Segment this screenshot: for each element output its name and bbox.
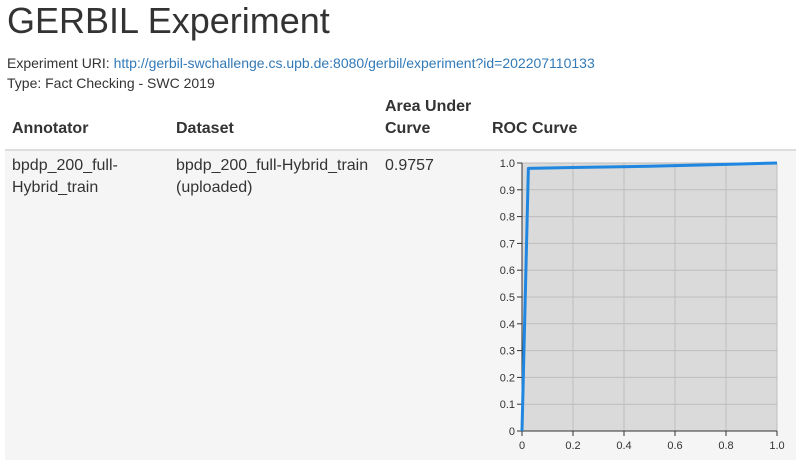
header-auc-line1: Area Under	[385, 98, 472, 115]
roc-x-tick-label: 0	[519, 440, 525, 452]
roc-y-tick-label: 0	[509, 426, 515, 438]
results-table: Annotator Dataset Area Under Curve ROC C…	[5, 96, 796, 460]
roc-y-tick-label: 0.4	[500, 319, 515, 331]
roc-chart: 0 0.2 0.4 0.6 0.8 1.0 0 0.1 0.2 0.3 0.4 0.5 0.6 0.7 0.…	[500, 158, 785, 452]
roc-y-tick-label: 0.3	[500, 346, 515, 358]
header-auc-line2: Curve	[385, 120, 431, 137]
roc-y-tick-label: 0.5	[500, 292, 515, 304]
experiment-type: Type: Fact Checking - SWC 2019	[7, 75, 215, 91]
roc-y-tick-label: 1.0	[500, 158, 515, 170]
roc-y-tick-label: 0.8	[500, 212, 515, 224]
roc-x-tick-label: 0.6	[667, 440, 682, 452]
header-annotator: Annotator	[5, 96, 169, 151]
table-row: bpdp_200_full-Hybrid_train bpdp_200_full…	[5, 150, 796, 460]
roc-grid	[522, 162, 778, 431]
roc-y-tick-label: 0.2	[500, 372, 515, 384]
header-roc: ROC Curve	[485, 96, 796, 151]
experiment-uri-line: Experiment URI: http://gerbil-swchalleng…	[7, 53, 595, 73]
roc-x-tick-label: 0.2	[565, 440, 580, 452]
roc-y-tick-label: 0.6	[500, 265, 515, 277]
header-dataset: Dataset	[169, 96, 378, 151]
roc-x-tick-label: 1.0	[769, 440, 784, 452]
cell-annotator: bpdp_200_full-Hybrid_train	[5, 150, 169, 460]
experiment-page: GERBIL Experiment Experiment URI: http:/…	[0, 0, 796, 460]
table-header-row: Annotator Dataset Area Under Curve ROC C…	[5, 96, 796, 151]
roc-y-tick-label: 0.9	[500, 185, 515, 197]
roc-x-tick-label: 0.8	[718, 440, 733, 452]
header-auc: Area Under Curve	[378, 96, 485, 151]
cell-auc: 0.9757	[378, 150, 485, 460]
experiment-uri-label: Experiment URI:	[7, 55, 110, 71]
cell-dataset: bpdp_200_full-Hybrid_train (uploaded)	[169, 150, 378, 460]
cell-roc-chart: 0 0.2 0.4 0.6 0.8 1.0 0 0.1 0.2 0.3 0.4 0.5 0.6 0.7 0.…	[485, 150, 796, 460]
roc-y-tick-label: 0.7	[500, 238, 515, 250]
roc-x-tick-label: 0.4	[616, 440, 631, 452]
roc-y-tick-label: 0.1	[500, 399, 515, 411]
page-title: GERBIL Experiment	[7, 0, 330, 41]
experiment-uri-link[interactable]: http://gerbil-swchallenge.cs.upb.de:8080…	[114, 55, 595, 71]
